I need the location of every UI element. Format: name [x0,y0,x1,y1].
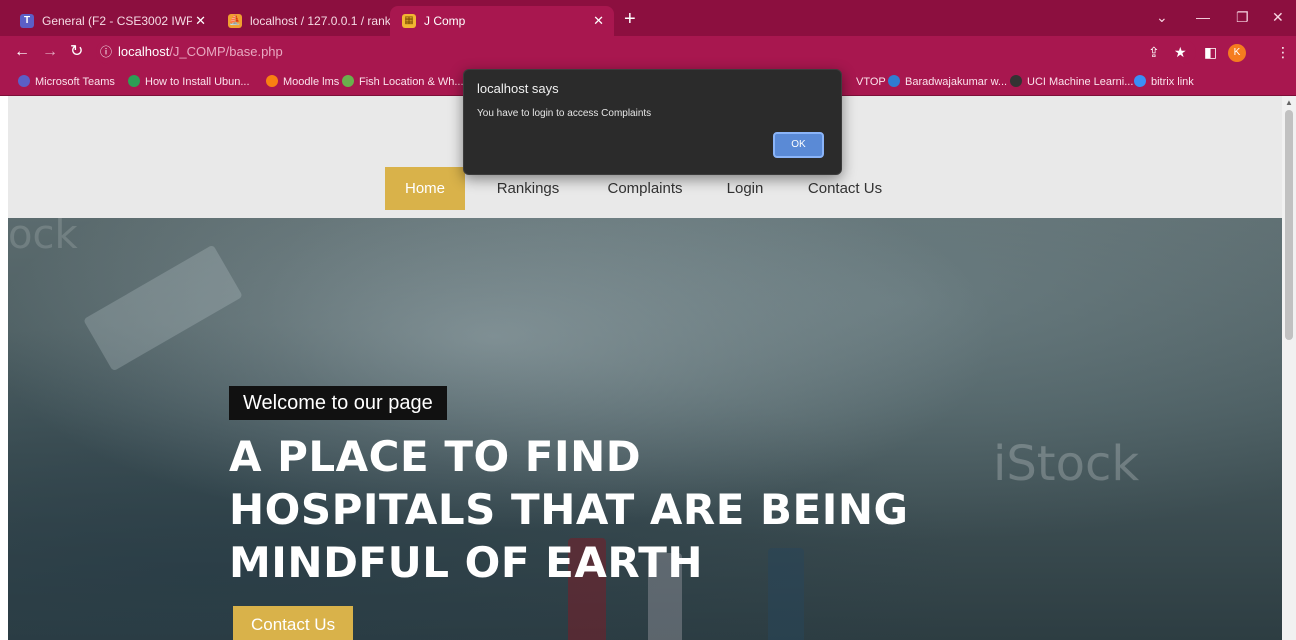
dialog-ok-button[interactable]: OK [773,132,824,158]
bookmark-label: UCI Machine Learni... [1027,76,1134,88]
nav-home[interactable]: Home [385,167,465,210]
close-icon[interactable]: ✕ [593,6,604,36]
tab-search-chevron-icon[interactable]: ⌄ [1156,8,1168,26]
page-scrollbar[interactable]: ▲ [1282,96,1296,640]
fish-icon [342,75,354,87]
share-icon[interactable]: ⇪ [1148,42,1160,62]
back-arrow-icon[interactable]: ← [14,42,30,62]
bookmark-label: Moodle lms [283,76,340,88]
bookmark-label: Microsoft Teams [35,76,115,88]
globe-icon [1010,75,1022,87]
watermark-corner: ock [8,218,78,258]
phpmyadmin-icon: ⛵ [228,14,242,28]
moodle-icon [266,75,278,87]
sidepanel-icon[interactable]: ◧ [1204,42,1217,62]
forward-arrow-icon[interactable]: → [42,42,58,62]
site-info-icon[interactable]: ⓘ [100,40,112,64]
bookmark-label: Fish Location & Wh... [359,76,464,88]
address-bar[interactable]: ⓘ localhost/J_COMP/base.php [96,40,1196,64]
browser-tab-strip: T General (F2 - CSE3002 IWP Theo ✕ ⛵ loc… [0,0,1296,36]
vial-shape [83,244,243,372]
bookmark-install-ubuntu[interactable]: How to Install Ubun... [128,74,250,90]
reload-icon[interactable]: ↻ [70,42,83,62]
tab-teams-general[interactable]: T General (F2 - CSE3002 IWP Theo ✕ [8,6,216,36]
dialog-message: You have to login to access Complaints [477,108,652,119]
bookmark-baradwajakumar[interactable]: Baradwajakumar w... [888,74,1007,90]
dialog-title: localhost says [477,81,559,96]
teams-icon [18,75,30,87]
bookmark-uci-ml[interactable]: UCI Machine Learni... [1010,74,1133,90]
bookmark-star-icon[interactable]: ★ [1174,42,1187,62]
url-text: localhost/J_COMP/base.php [118,40,283,64]
url-path: /J_COMP/base.php [169,44,283,59]
bookmark-microsoft-teams[interactable]: Microsoft Teams [18,74,115,90]
contact-us-button[interactable]: Contact Us [233,606,354,640]
menu-kebab-icon[interactable]: ⋮ [1276,42,1290,62]
hero-tagline: Welcome to our page [229,386,447,420]
scrollbar-thumb[interactable] [1285,110,1293,340]
bookmark-bitrix[interactable]: bitrix link [1134,74,1194,90]
url-host: localhost [118,44,170,59]
hero-headline: A PLACE TO FIND HOSPITALS THAT ARE BEING… [229,430,989,589]
link-icon [888,75,900,87]
istock-watermark: iStock [993,436,1140,492]
bookmark-label: Baradwajakumar w... [905,76,1008,88]
bookmark-fish-location[interactable]: Fish Location & Wh... [342,74,464,90]
headline-line: A PLACE TO FIND [229,432,642,481]
profile-avatar[interactable]: K [1228,44,1246,62]
new-tab-button[interactable]: + [624,8,636,30]
tab-jcomp[interactable]: ▦ J Comp ✕ [390,6,614,36]
teams-icon: T [20,14,34,28]
bookmark-vtop[interactable]: VTOP [856,74,886,90]
tab-title: General (F2 - CSE3002 IWP Theo [42,14,192,28]
bitrix-icon [1134,75,1146,87]
headline-line: HOSPITALS THAT ARE BEING [229,485,909,534]
headline-line: MINDFUL OF EARTH [229,538,704,587]
maximize-icon[interactable]: ❐ [1236,8,1249,26]
tab-title: J Comp [424,14,466,28]
scroll-up-arrow-icon[interactable]: ▲ [1285,98,1293,107]
minimize-icon[interactable]: — [1196,8,1210,26]
close-icon[interactable]: ✕ [195,6,206,36]
bookmark-label: VTOP [856,76,886,88]
alert-dialog: localhost says You have to login to acce… [463,69,842,175]
close-window-icon[interactable]: ✕ [1272,8,1284,26]
hero-banner: ock iStock Welcome to our page A PLACE T… [8,218,1282,640]
tab-title: localhost / 127.0.0.1 / rankit / lo [250,14,400,28]
browser-toolbar: ← → ↻ ⓘ localhost/J_COMP/base.php ⇪ ★ ◧ … [0,36,1296,68]
page-icon: ▦ [402,14,416,28]
bookmark-label: bitrix link [1151,76,1194,88]
ubuntu-icon [128,75,140,87]
web-page: Home Rankings Complaints Login Contact U… [8,96,1282,640]
bookmark-label: How to Install Ubun... [145,76,250,88]
bookmark-moodle[interactable]: Moodle lms [266,74,339,90]
